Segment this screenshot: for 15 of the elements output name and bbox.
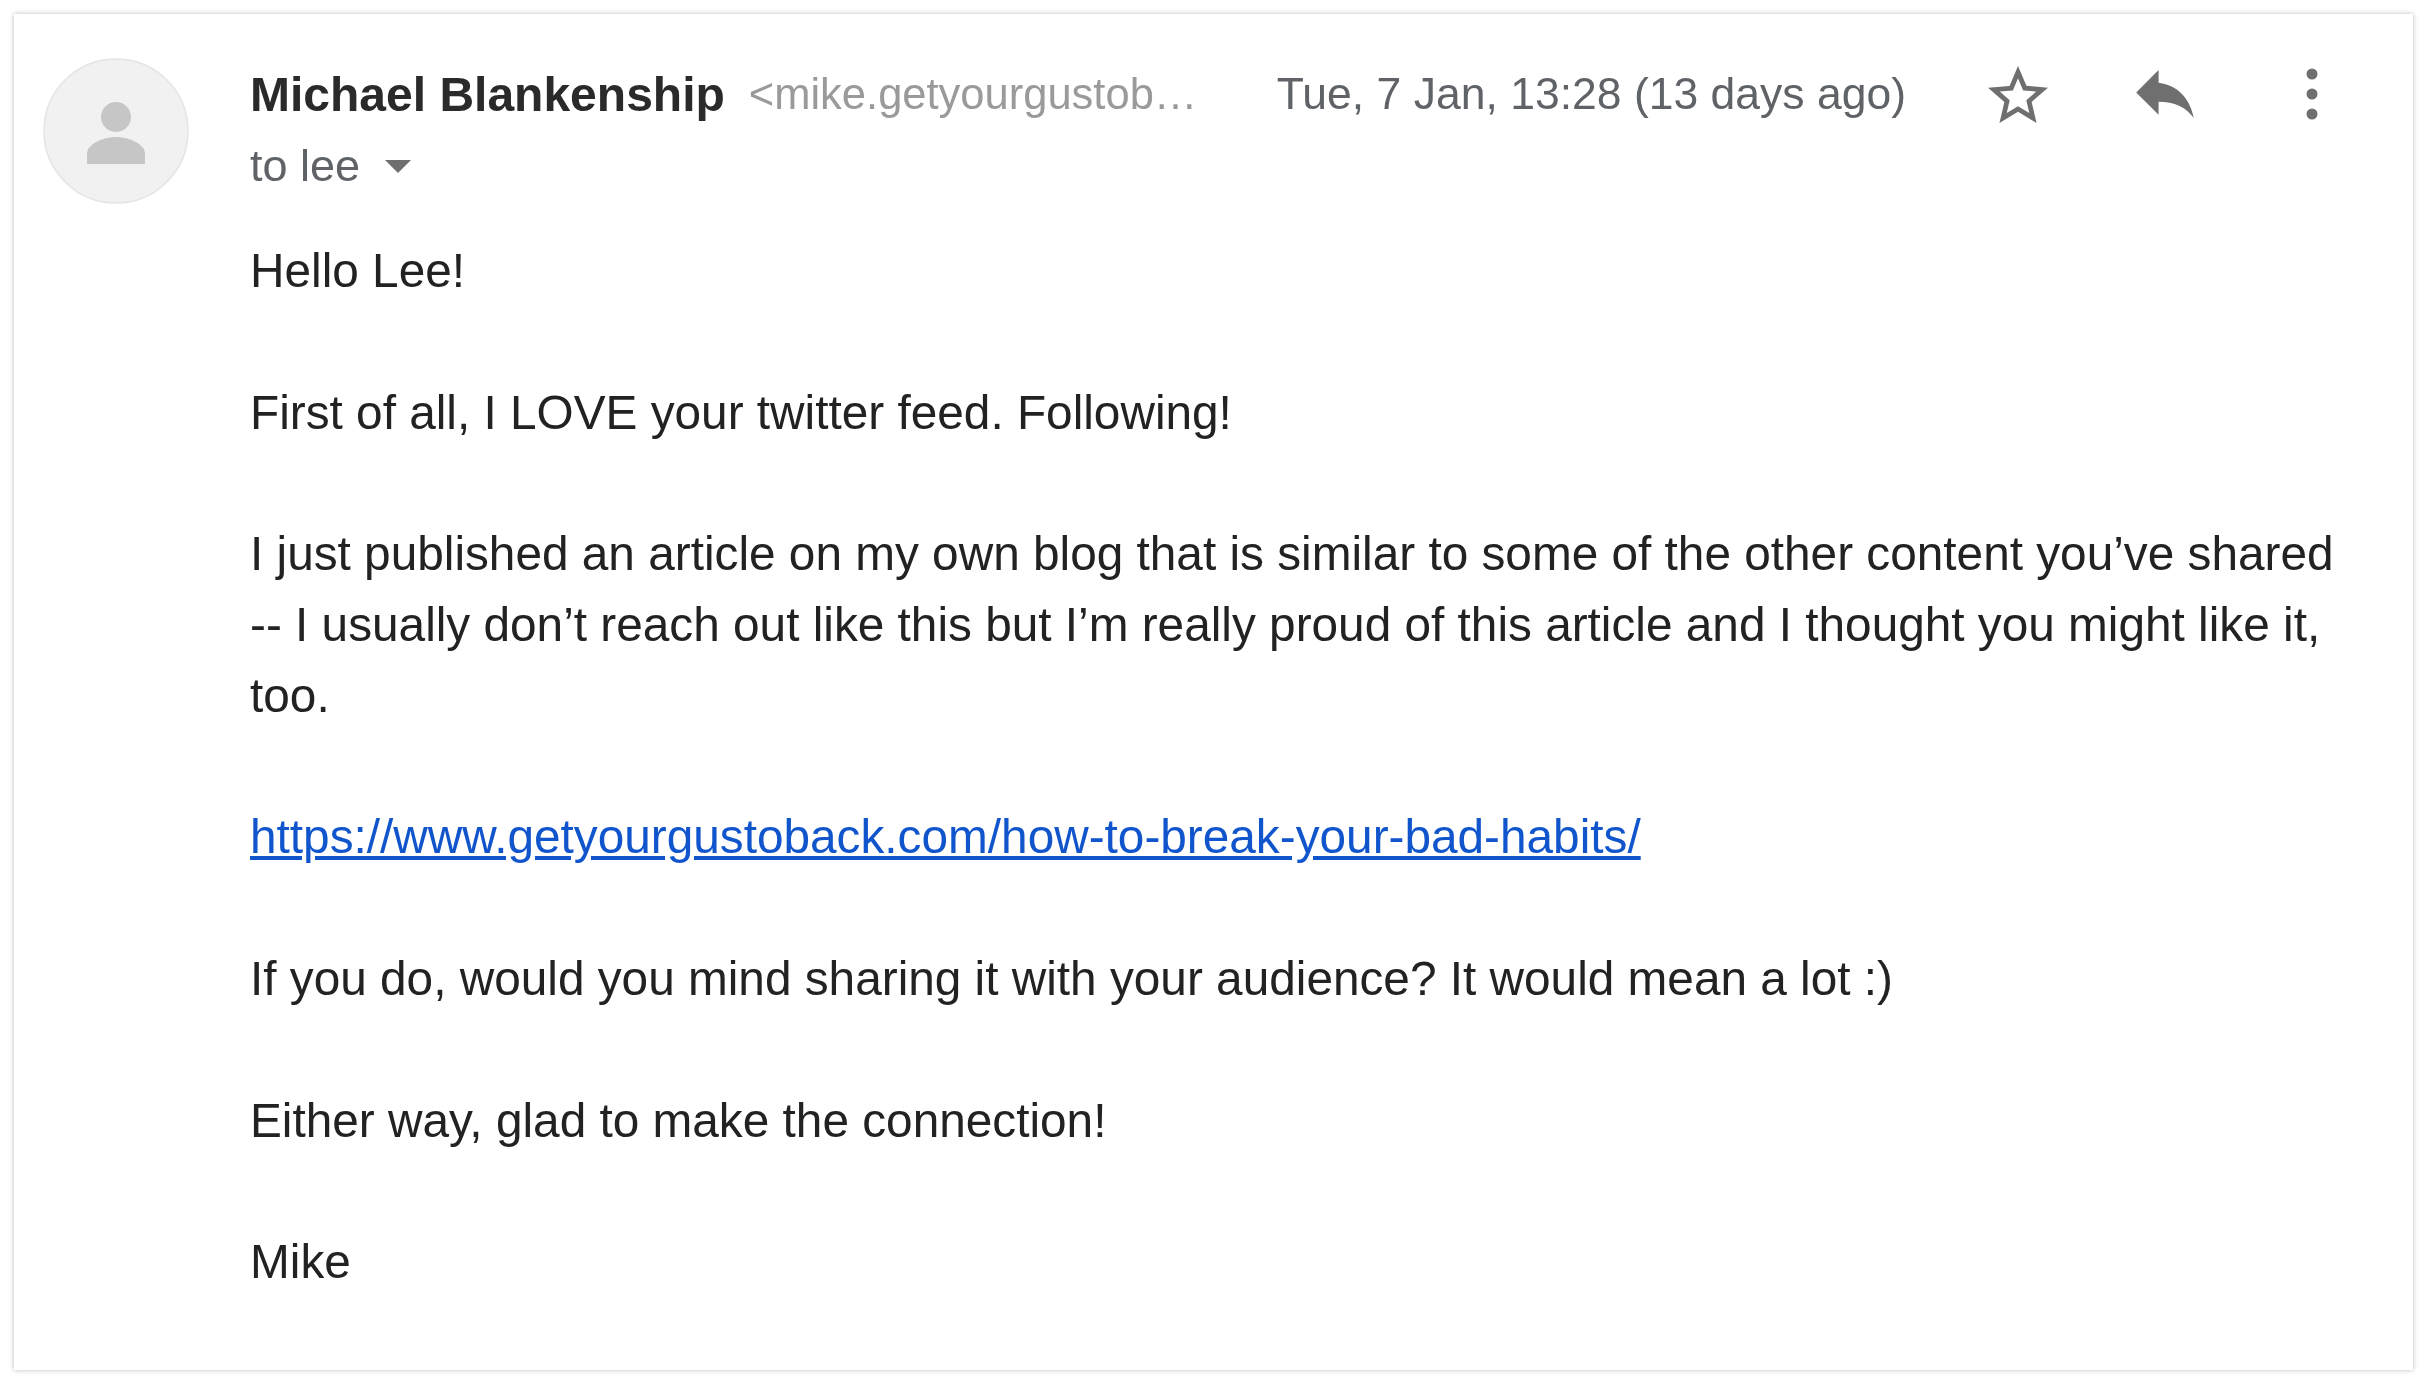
message-paragraph: If you do, would you mind sharing it with your audience? It would mean a lot :): [250, 950, 1894, 1007]
sender-name: Michael Blankenship: [250, 66, 725, 122]
sender-address: <mike.getyourgustob…: [748, 69, 1198, 119]
message-date: Tue, 7 Jan, 13:28 (13 days ago): [1276, 69, 1906, 119]
caret-icon[interactable]: [385, 159, 412, 173]
reply-icon: [2136, 70, 2194, 118]
article-link[interactable]: https://www.getyourgustoback.com/how-to-break-your-bad-habits/: [250, 810, 1641, 864]
message-paragraph: First of all, I LOVE your twitter feed. Following!: [250, 384, 1233, 441]
message-paragraph: I just published an article on my own blog that is similar to some of the other content you’ve shared -- I usually don’t reach out like this but I’m really proud of this article and I thought you might like it, too.: [250, 526, 2335, 724]
message-paragraph: Hello Lee!: [250, 243, 466, 299]
message-paragraph: Either way, glad to make the connection!: [250, 1092, 1108, 1149]
avatar-icon: [43, 58, 189, 204]
more-icon: [2306, 68, 2318, 120]
recipient-label: to lee: [250, 140, 361, 192]
message-paragraph: Mike: [250, 1234, 352, 1291]
